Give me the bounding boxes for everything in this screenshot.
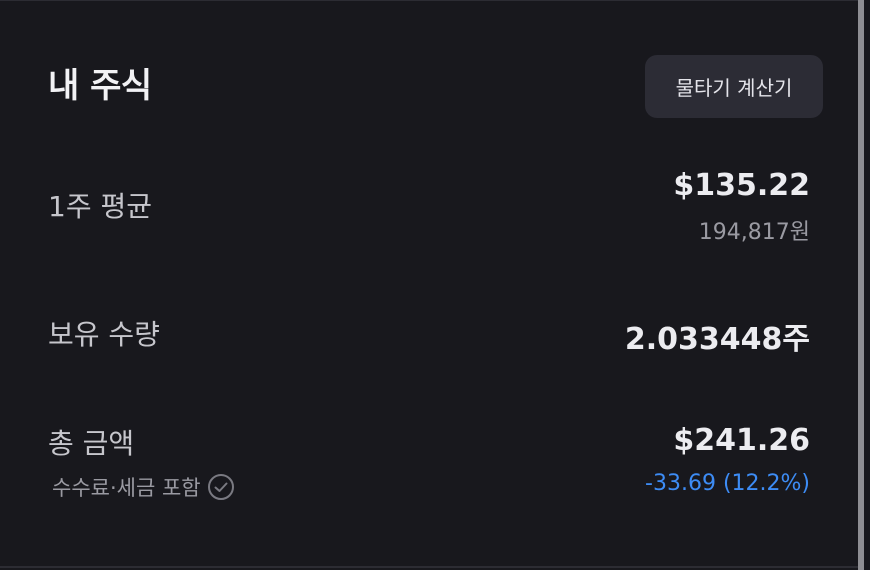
check-circle-icon [207,474,234,500]
quantity-value: 2.033448주 [624,322,810,357]
scroll-gutter [864,0,870,570]
avg-price-usd: $135.22 [673,168,810,203]
bottom-divider [0,566,858,568]
top-divider [0,0,858,1]
total-label: 총 금액 [48,427,135,460]
avg-price-krw: 194,817원 [698,220,810,245]
averaging-calculator-button[interactable]: 물타기 계산기 [645,55,823,118]
page-title: 내 주식 [48,66,152,106]
avg-price-label: 1주 평균 [48,190,152,223]
quantity-label: 보유 수량 [48,318,160,351]
my-stock-panel: 내 주식 물타기 계산기 1주 평균 $135.22 194,817원 보유 수… [0,0,858,568]
fee-note[interactable]: 수수료·세금 포함 [52,472,235,502]
fee-note-label: 수수료·세금 포함 [52,476,201,500]
total-change: -33.69 (12.2%) [645,471,810,496]
total-usd: $241.26 [673,423,810,458]
